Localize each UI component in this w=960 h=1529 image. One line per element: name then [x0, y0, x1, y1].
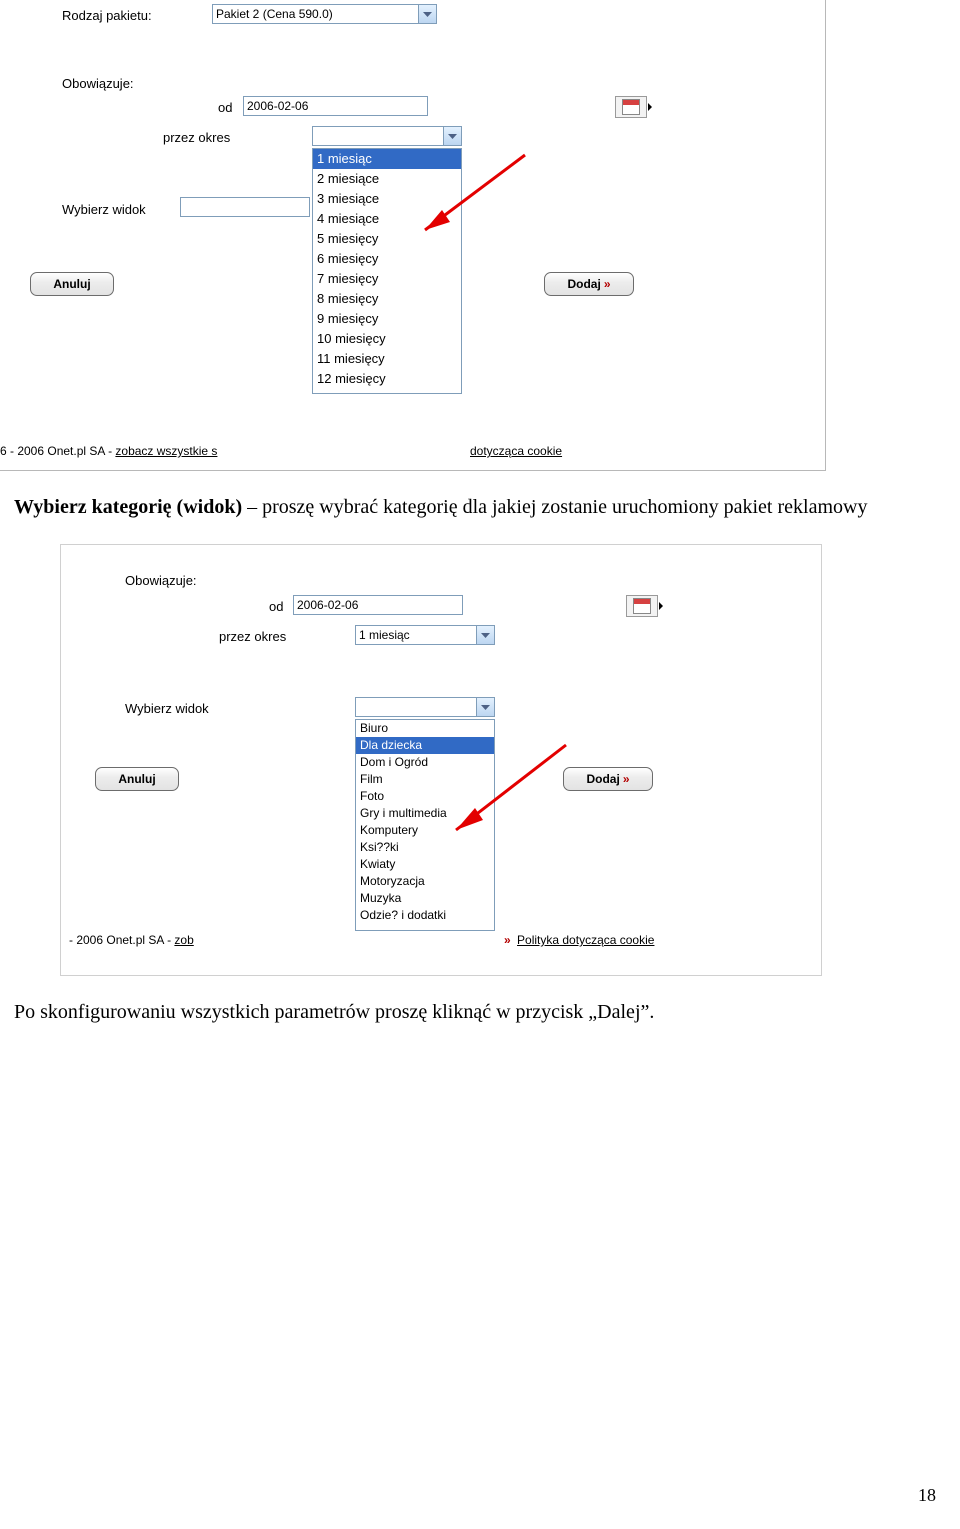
add-button-label: Dodaj [586, 772, 619, 786]
period-option[interactable]: 12 miesięcy [313, 369, 461, 389]
view-option[interactable]: Kwiaty [356, 856, 494, 873]
date-from-input[interactable]: 2006-02-06 [293, 595, 463, 615]
package-type-dropdown[interactable]: Pakiet 2 (Cena 590.0) [212, 4, 437, 24]
chevron-down-icon [418, 5, 436, 23]
valid-label: Obowiązuje: [125, 573, 197, 588]
add-button[interactable]: Dodaj » [563, 767, 653, 791]
date-from-value: 2006-02-06 [297, 598, 358, 612]
period-option[interactable]: 2 miesiące [313, 169, 461, 189]
paragraph1-strong: Wybierz kategorię (widok) [14, 496, 242, 518]
footer-left-text: - 2006 Onet.pl SA - [69, 933, 174, 947]
calendar-icon [622, 99, 640, 115]
period-option[interactable]: 7 miesięcy [313, 269, 461, 289]
view-option[interactable]: Komputery [356, 822, 494, 839]
period-dropdown[interactable]: 1 miesiąc [355, 625, 495, 645]
period-option[interactable]: 11 miesięcy [313, 349, 461, 369]
view-option[interactable]: Odzie? i dodatki [356, 907, 494, 924]
package-type-value: Pakiet 2 (Cena 590.0) [216, 7, 333, 21]
period-value: 1 miesiąc [359, 628, 410, 642]
footer-all-services-link[interactable]: zob [174, 933, 193, 947]
cancel-button-label: Anuluj [118, 772, 155, 786]
chevron-down-icon [476, 698, 494, 716]
add-button[interactable]: Dodaj » [544, 272, 634, 296]
date-from-input[interactable]: 2006-02-06 [243, 96, 428, 116]
date-from-value: 2006-02-06 [247, 99, 308, 113]
chevron-down-icon [476, 626, 494, 644]
paragraph2: Po skonfigurowaniu wszystkich parametrów… [14, 1000, 946, 1025]
add-button-label: Dodaj [567, 277, 600, 291]
play-icon [648, 103, 652, 111]
from-label: od [218, 100, 232, 115]
period-dropdown[interactable] [312, 126, 462, 146]
paragraph1-rest: – proszę wybrać kategorię dla jakiej zos… [242, 496, 867, 518]
footer-all-services-link[interactable]: zobacz wszystkie s [115, 444, 217, 458]
period-option[interactable]: 10 miesięcy [313, 329, 461, 349]
from-label: od [269, 599, 283, 614]
double-chevron-icon: » [504, 933, 511, 947]
view-option[interactable]: Dom i Ogród [356, 754, 494, 771]
chevron-down-icon [443, 127, 461, 145]
play-icon [659, 602, 663, 610]
cancel-button[interactable]: Anuluj [95, 767, 179, 791]
double-chevron-icon: » [623, 772, 630, 786]
calendar-button[interactable] [615, 96, 647, 118]
calendar-icon [633, 598, 651, 614]
view-option[interactable]: Motoryzacja [356, 873, 494, 890]
view-option[interactable]: Foto [356, 788, 494, 805]
footer-left-text: 6 - 2006 Onet.pl SA - [0, 444, 115, 458]
view-dropdown[interactable] [180, 197, 310, 217]
view-option[interactable]: Muzyka [356, 890, 494, 907]
footer-cookie-link[interactable]: dotycząca cookie [470, 444, 562, 458]
view-dropdown[interactable] [355, 697, 495, 717]
cancel-button-label: Anuluj [53, 277, 90, 291]
period-option[interactable]: 6 miesięcy [313, 249, 461, 269]
period-option[interactable]: 8 miesięcy [313, 289, 461, 309]
view-label: Wybierz widok [125, 701, 209, 716]
view-option[interactable]: Gry i multimedia [356, 805, 494, 822]
period-option[interactable]: 5 miesięcy [313, 229, 461, 249]
view-option[interactable]: Biuro [356, 720, 494, 737]
calendar-button[interactable] [626, 595, 658, 617]
view-listbox[interactable]: BiuroDla dzieckaDom i OgródFilmFotoGry i… [355, 719, 495, 931]
view-label: Wybierz widok [62, 202, 146, 217]
package-type-label: Rodzaj pakietu: [62, 8, 152, 23]
view-option[interactable]: Ksi??ki [356, 839, 494, 856]
period-option[interactable]: 1 miesiąc [313, 149, 461, 169]
footer-cookie-link[interactable]: Polityka dotycząca cookie [517, 933, 654, 947]
period-option[interactable]: 3 miesiące [313, 189, 461, 209]
period-label: przez okres [219, 629, 286, 644]
page-number: 18 [918, 1485, 936, 1506]
period-label: przez okres [163, 130, 230, 145]
view-option[interactable]: Film [356, 771, 494, 788]
valid-label: Obowiązuje: [62, 76, 134, 91]
view-option[interactable]: Dla dziecka [356, 737, 494, 754]
period-listbox[interactable]: 1 miesiąc2 miesiące3 miesiące4 miesiące5… [312, 148, 462, 394]
period-option[interactable]: 4 miesiące [313, 209, 461, 229]
period-option[interactable]: 9 miesięcy [313, 309, 461, 329]
double-chevron-icon: » [604, 277, 611, 291]
cancel-button[interactable]: Anuluj [30, 272, 114, 296]
